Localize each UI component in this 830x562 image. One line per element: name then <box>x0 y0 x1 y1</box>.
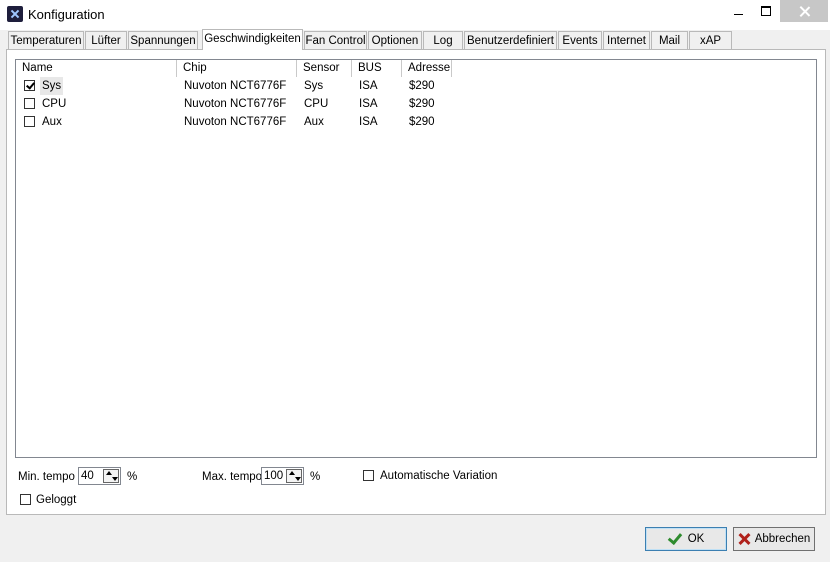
list-row-aux[interactable]: Aux Nuvoton NCT6776F Aux ISA $290 <box>16 113 816 131</box>
row-sensor: Aux <box>304 116 324 128</box>
tab-internet[interactable]: Internet <box>603 31 650 49</box>
tab-temperaturen[interactable]: Temperaturen <box>8 31 84 49</box>
row-checkbox-aux[interactable] <box>24 116 35 127</box>
tab-events[interactable]: Events <box>558 31 602 49</box>
tab-optionen[interactable]: Optionen <box>368 31 422 49</box>
list-header: Name Chip Sensor BUS Adresse <box>16 60 816 77</box>
speed-settings: Min. tempo 40 % Max. tempo 100 % Automat… <box>15 460 817 512</box>
column-header-address[interactable]: Adresse <box>402 60 452 77</box>
title-bar: Konfiguration <box>0 0 830 30</box>
close-icon <box>799 6 810 17</box>
max-tempo-label: Max. tempo <box>202 471 263 483</box>
row-checkbox-sys[interactable] <box>24 80 35 91</box>
maximize-button[interactable] <box>751 0 781 22</box>
cross-icon <box>738 533 750 545</box>
min-tempo-label: Min. tempo <box>18 471 75 483</box>
max-tempo-spinner[interactable]: 100 <box>261 467 304 485</box>
cancel-button-label: Abbrechen <box>754 533 811 545</box>
ok-button-label: OK <box>687 533 705 545</box>
tab-xap[interactable]: xAP <box>689 31 732 49</box>
row-bus: ISA <box>359 98 378 110</box>
speed-sensor-list[interactable]: Name Chip Sensor BUS Adresse Sys Nuvoton… <box>15 59 817 458</box>
row-bus: ISA <box>359 80 378 92</box>
checkmark-icon <box>668 532 682 546</box>
min-tempo-value[interactable]: 40 <box>81 468 94 484</box>
column-header-bus[interactable]: BUS <box>352 60 402 77</box>
row-address: $290 <box>409 116 435 128</box>
maximize-icon <box>761 6 771 16</box>
tab-benutzerdefiniert[interactable]: Benutzerdefiniert <box>464 31 557 49</box>
logged-label[interactable]: Geloggt <box>36 492 76 508</box>
auto-variation-checkbox[interactable] <box>363 470 374 481</box>
row-chip: Nuvoton NCT6776F <box>184 116 287 128</box>
row-sensor: Sys <box>304 80 324 92</box>
row-chip: Nuvoton NCT6776F <box>184 98 287 110</box>
row-bus: ISA <box>359 116 378 128</box>
max-tempo-value[interactable]: 100 <box>264 468 283 484</box>
tab-fan-control[interactable]: Fan Control <box>304 31 367 49</box>
tab-spannungen[interactable]: Spannungen <box>128 31 198 49</box>
row-chip: Nuvoton NCT6776F <box>184 80 287 92</box>
auto-variation-label[interactable]: Automatische Variation <box>380 468 497 484</box>
column-header-chip[interactable]: Chip <box>177 60 297 77</box>
min-tempo-unit: % <box>127 471 138 483</box>
minimize-icon <box>734 13 743 15</box>
cancel-button[interactable]: Abbrechen <box>733 527 815 551</box>
row-name: Aux <box>42 116 62 128</box>
list-row-sys[interactable]: Sys Nuvoton NCT6776F Sys ISA $290 <box>16 77 816 95</box>
tab-mail[interactable]: Mail <box>651 31 688 49</box>
list-row-cpu[interactable]: CPU Nuvoton NCT6776F CPU ISA $290 <box>16 95 816 113</box>
column-header-sensor[interactable]: Sensor <box>297 60 352 77</box>
window-title: Konfiguration <box>28 7 105 22</box>
ok-button[interactable]: OK <box>645 527 727 551</box>
row-address: $290 <box>409 98 435 110</box>
min-tempo-updown-icon[interactable] <box>103 469 119 483</box>
close-button[interactable] <box>780 0 828 22</box>
tab-luefter[interactable]: Lüfter <box>85 31 127 49</box>
max-tempo-updown-icon[interactable] <box>286 469 302 483</box>
column-header-name[interactable]: Name <box>16 60 177 77</box>
row-checkbox-cpu[interactable] <box>24 98 35 109</box>
tab-strip: Temperaturen Lüfter Spannungen Geschwind… <box>6 29 826 50</box>
row-name: Sys <box>40 77 64 95</box>
tab-geschwindigkeiten[interactable]: Geschwindigkeiten <box>202 29 303 50</box>
logged-checkbox[interactable] <box>20 494 31 505</box>
min-tempo-spinner[interactable]: 40 <box>78 467 121 485</box>
row-sensor: CPU <box>304 98 329 110</box>
row-name: CPU <box>42 98 67 110</box>
max-tempo-unit: % <box>310 471 321 483</box>
tab-log[interactable]: Log <box>423 31 463 49</box>
app-fan-icon <box>7 6 23 22</box>
row-address: $290 <box>409 80 435 92</box>
